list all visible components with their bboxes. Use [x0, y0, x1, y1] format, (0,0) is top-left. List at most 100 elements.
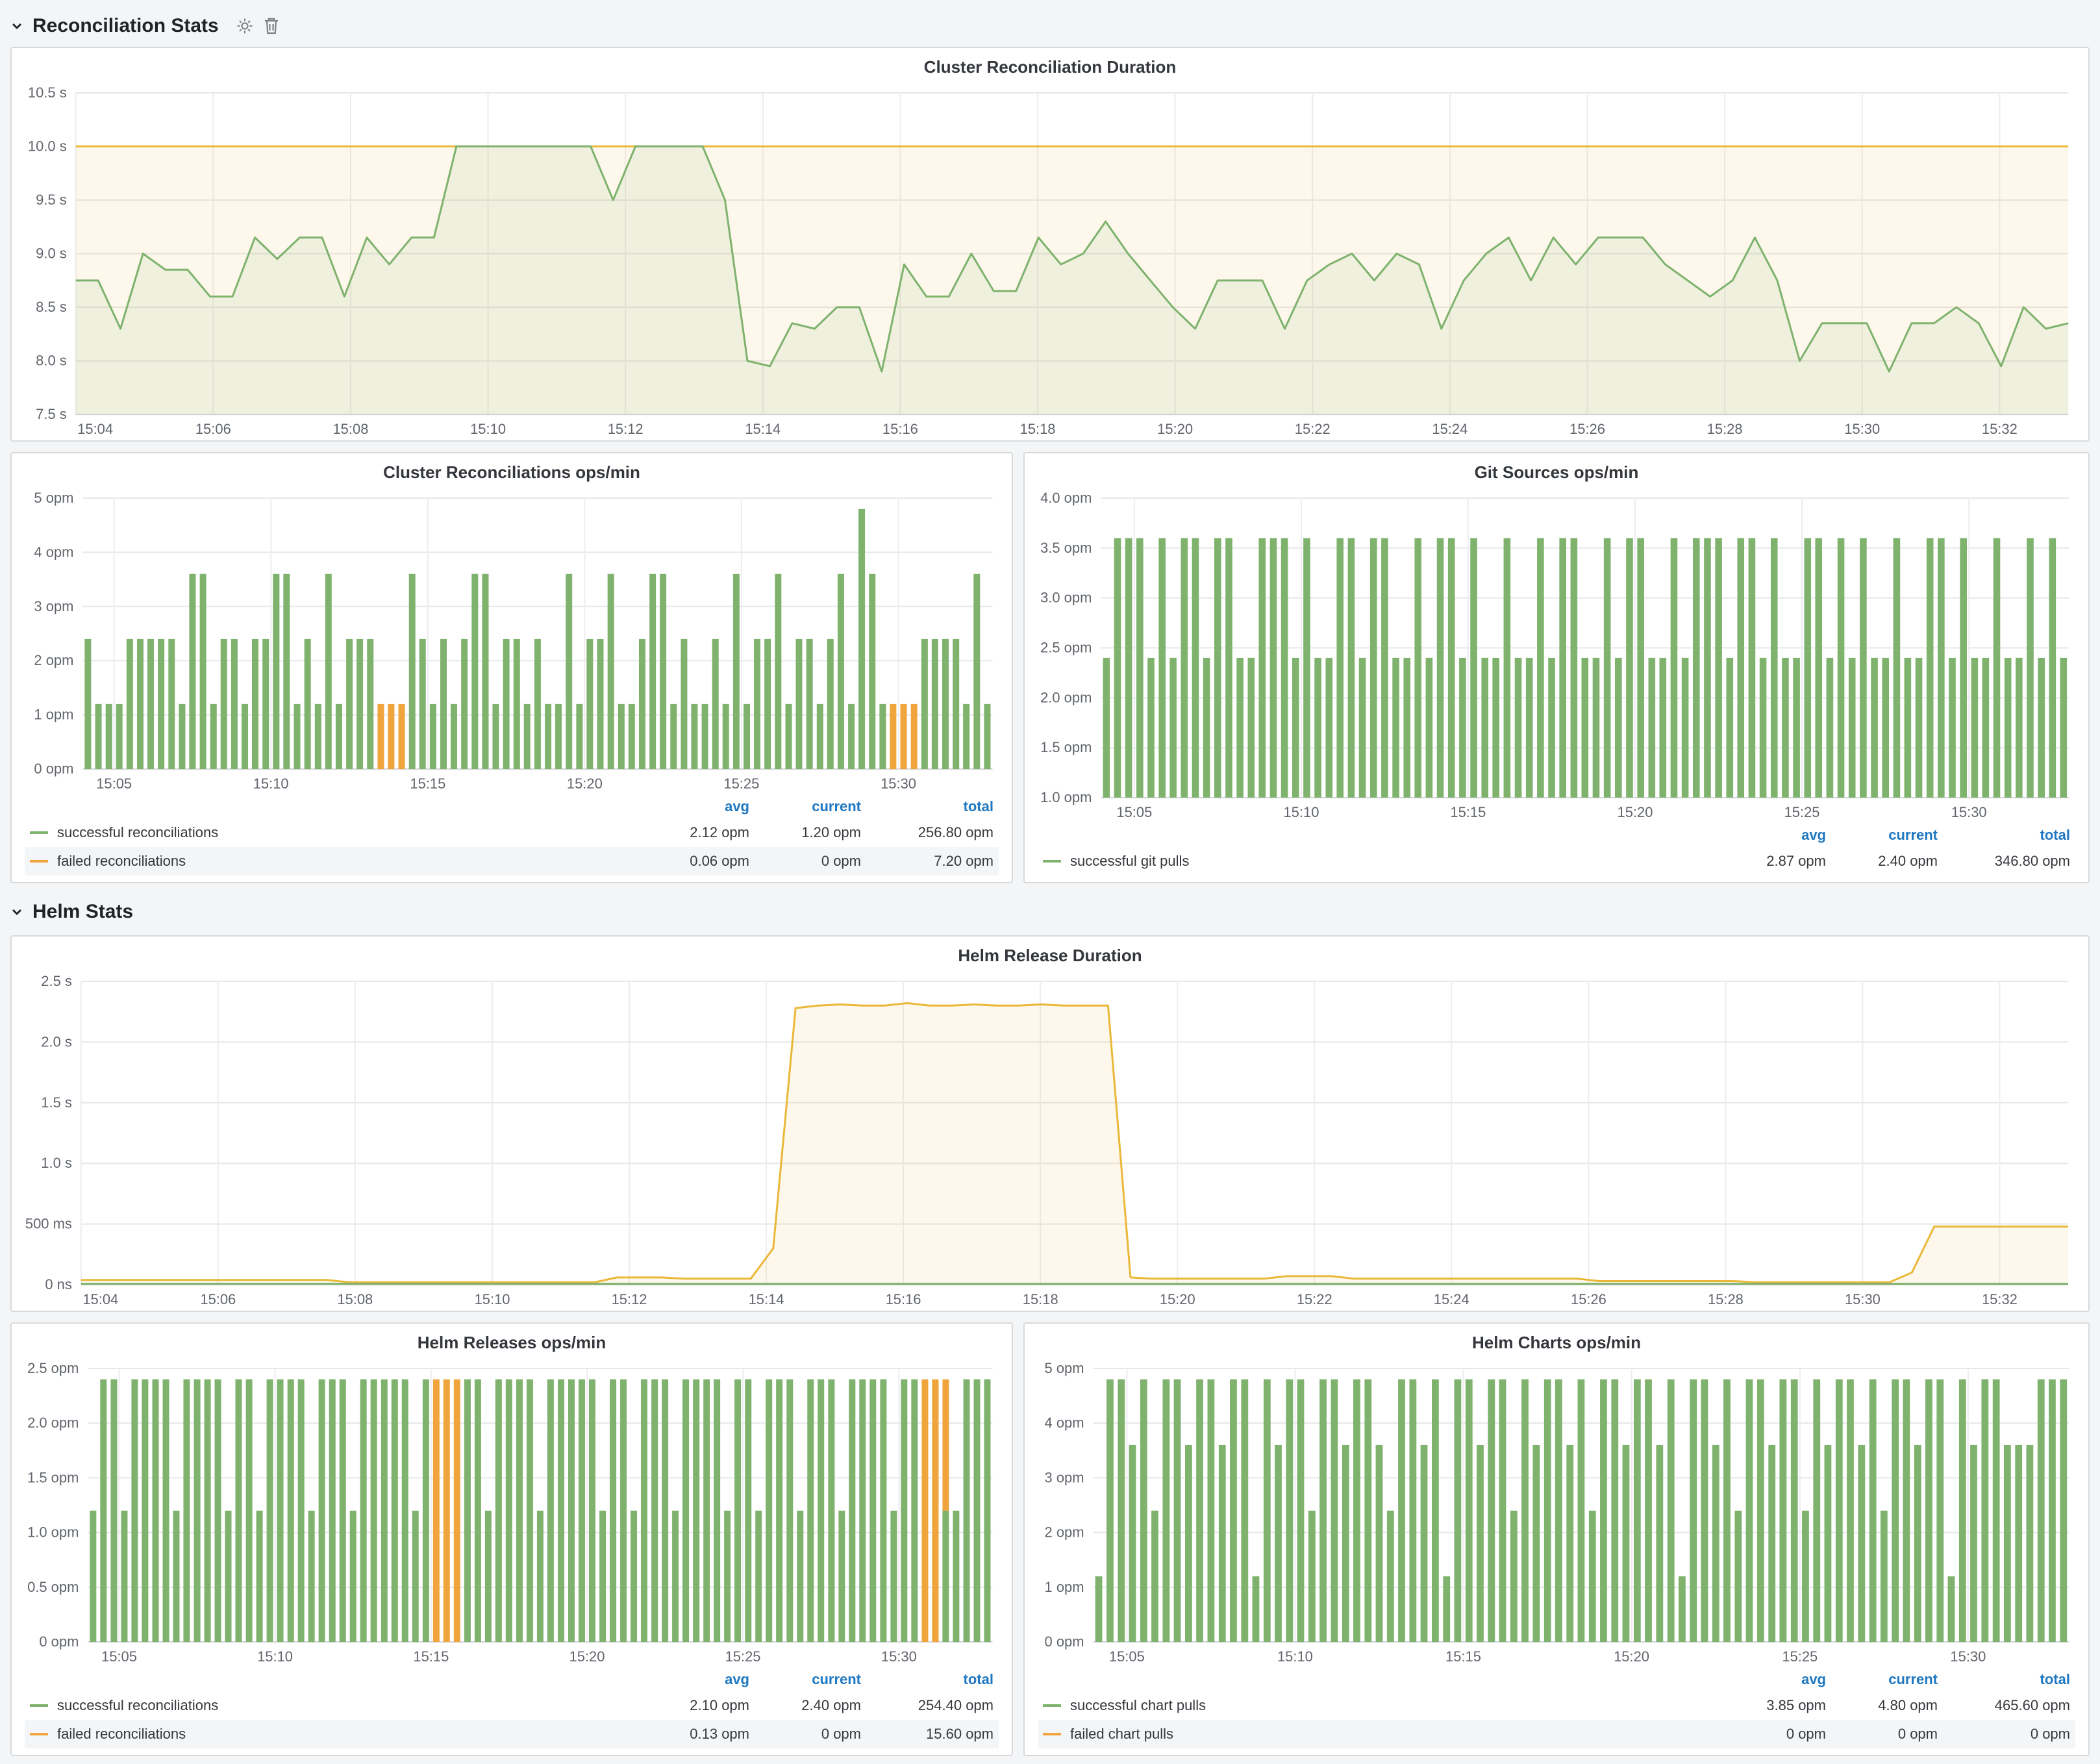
- svg-text:15:28: 15:28: [1708, 1291, 1744, 1307]
- trash-icon[interactable]: [263, 17, 280, 35]
- panel-git-sources-opm: Git Sources ops/min 1.0 opm1.5 opm2.0 op…: [1023, 452, 2090, 883]
- svg-text:5 opm: 5 opm: [1045, 1360, 1084, 1376]
- svg-text:1.5 opm: 1.5 opm: [1040, 739, 1092, 755]
- svg-text:7.5 s: 7.5 s: [36, 406, 67, 422]
- svg-text:15:15: 15:15: [1450, 804, 1486, 820]
- legend-col-current[interactable]: current: [749, 1671, 861, 1688]
- panel-title[interactable]: Helm Charts ops/min: [1025, 1324, 2088, 1355]
- svg-text:1.0 opm: 1.0 opm: [1040, 789, 1092, 805]
- legend-series-label[interactable]: failed chart pulls: [1070, 1726, 1714, 1743]
- legend-col-total[interactable]: total: [861, 798, 994, 815]
- legend-header: avgcurrenttotal: [1038, 824, 2075, 847]
- svg-text:1 opm: 1 opm: [1045, 1579, 1084, 1595]
- svg-text:1.0 opm: 1.0 opm: [27, 1524, 79, 1541]
- svg-text:4.0 opm: 4.0 opm: [1040, 490, 1092, 506]
- section-header-reconciliation-stats[interactable]: Reconciliation Stats: [10, 8, 2090, 44]
- svg-text:9.0 s: 9.0 s: [36, 246, 67, 262]
- svg-text:15:18: 15:18: [1023, 1291, 1058, 1307]
- svg-text:15:24: 15:24: [1432, 421, 1468, 437]
- helm-releases-opm-chart[interactable]: 0 opm0.5 opm1.0 opm1.5 opm2.0 opm2.5 opm…: [14, 1355, 1009, 1668]
- svg-text:8.5 s: 8.5 s: [36, 299, 67, 315]
- svg-text:15:10: 15:10: [475, 1291, 510, 1307]
- svg-text:15:26: 15:26: [1571, 1291, 1606, 1307]
- panel-title[interactable]: Cluster Reconciliation Duration: [12, 48, 2088, 80]
- panel-title[interactable]: Git Sources ops/min: [1025, 453, 2088, 485]
- svg-text:15:10: 15:10: [253, 775, 289, 792]
- legend-col-avg[interactable]: avg: [1714, 1671, 1826, 1688]
- cluster-reconciliations-opm-chart[interactable]: 0 opm1 opm2 opm3 opm4 opm5 opm15:0515:10…: [14, 485, 1009, 795]
- legend-series-label[interactable]: successful reconciliations: [57, 1697, 638, 1714]
- legend-row: successful reconciliations2.12 opm1.20 o…: [25, 818, 999, 847]
- svg-text:0 opm: 0 opm: [1045, 1633, 1084, 1650]
- legend-current-value: 0 opm: [1826, 1726, 1938, 1743]
- legend-series-label[interactable]: failed reconciliations: [57, 853, 638, 870]
- legend-current-value: 2.40 opm: [749, 1697, 861, 1714]
- legend-header: avgcurrenttotal: [1038, 1668, 2075, 1691]
- legend-col-total[interactable]: total: [1938, 1671, 2070, 1688]
- section-header-helm-stats[interactable]: Helm Stats: [10, 894, 2090, 930]
- series-color-dash: [30, 1704, 48, 1707]
- panel-title[interactable]: Cluster Reconciliations ops/min: [12, 453, 1012, 485]
- svg-text:5 opm: 5 opm: [34, 490, 73, 506]
- svg-text:15:30: 15:30: [1844, 421, 1880, 437]
- svg-text:15:24: 15:24: [1434, 1291, 1469, 1307]
- legend-row: failed reconciliations0.06 opm0 opm7.20 …: [25, 847, 999, 876]
- legend-header: avgcurrenttotal: [25, 1668, 999, 1691]
- legend-series-label[interactable]: successful git pulls: [1070, 853, 1714, 870]
- legend-series-label[interactable]: failed reconciliations: [57, 1726, 638, 1743]
- legend-avg-value: 0 opm: [1714, 1726, 1826, 1743]
- legend-total-value: 15.60 opm: [861, 1726, 994, 1743]
- svg-text:15:20: 15:20: [1618, 804, 1653, 820]
- svg-text:15:16: 15:16: [886, 1291, 921, 1307]
- svg-text:8.0 s: 8.0 s: [36, 353, 67, 369]
- svg-text:2.5 opm: 2.5 opm: [1040, 640, 1092, 656]
- dashboard: Reconciliation Stats Cluster Reconciliat…: [0, 0, 2100, 1764]
- legend-avg-value: 0.06 opm: [638, 853, 749, 870]
- svg-text:2 opm: 2 opm: [1045, 1524, 1084, 1541]
- svg-text:15:30: 15:30: [881, 775, 916, 792]
- svg-text:15:32: 15:32: [1982, 421, 2018, 437]
- svg-text:2.0 s: 2.0 s: [41, 1033, 72, 1050]
- git-sources-opm-chart[interactable]: 1.0 opm1.5 opm2.0 opm2.5 opm3.0 opm3.5 o…: [1027, 485, 2086, 824]
- svg-text:15:05: 15:05: [96, 775, 132, 792]
- svg-text:15:06: 15:06: [195, 421, 231, 437]
- legend-col-avg[interactable]: avg: [638, 798, 749, 815]
- legend-total-value: 346.80 opm: [1938, 853, 2070, 870]
- legend-col-current[interactable]: current: [1826, 827, 1938, 844]
- svg-text:15:12: 15:12: [608, 421, 644, 437]
- legend-col-avg[interactable]: avg: [1714, 827, 1826, 844]
- legend-series-label[interactable]: successful chart pulls: [1070, 1697, 1714, 1714]
- section-title[interactable]: Reconciliation Stats: [32, 15, 219, 37]
- legend-col-total[interactable]: total: [1938, 827, 2070, 844]
- chevron-down-icon[interactable]: [10, 905, 23, 918]
- cluster-reconciliation-duration-chart[interactable]: 7.5 s8.0 s8.5 s9.0 s9.5 s10.0 s10.5 s15:…: [14, 80, 2086, 440]
- svg-text:3 opm: 3 opm: [34, 598, 73, 614]
- svg-text:15:30: 15:30: [1951, 804, 1987, 820]
- svg-text:15:30: 15:30: [1845, 1291, 1881, 1307]
- gear-icon[interactable]: [236, 17, 254, 35]
- svg-text:15:25: 15:25: [1784, 804, 1820, 820]
- legend-series-label[interactable]: successful reconciliations: [57, 824, 638, 841]
- svg-text:15:25: 15:25: [1782, 1648, 1818, 1665]
- svg-text:1.5 s: 1.5 s: [41, 1094, 72, 1111]
- legend-col-current[interactable]: current: [749, 798, 861, 815]
- panel-title[interactable]: Helm Release Duration: [12, 937, 2088, 968]
- helm-release-duration-chart[interactable]: 0 ns500 ms1.0 s1.5 s2.0 s2.5 s15:0415:06…: [14, 968, 2086, 1311]
- series-color-dash: [1043, 1733, 1061, 1735]
- legend-col-total[interactable]: total: [861, 1671, 994, 1688]
- section-title[interactable]: Helm Stats: [32, 901, 133, 923]
- svg-text:1 opm: 1 opm: [34, 707, 73, 723]
- legend-current-value: 0 opm: [749, 1726, 861, 1743]
- svg-text:15:15: 15:15: [1445, 1648, 1481, 1665]
- helm-charts-opm-chart[interactable]: 0 opm1 opm2 opm3 opm4 opm5 opm15:0515:10…: [1027, 1355, 2086, 1668]
- svg-text:15:20: 15:20: [567, 775, 603, 792]
- legend-col-avg[interactable]: avg: [638, 1671, 749, 1688]
- svg-text:4 opm: 4 opm: [1045, 1415, 1084, 1431]
- chevron-down-icon[interactable]: [10, 19, 23, 32]
- panel-title[interactable]: Helm Releases ops/min: [12, 1324, 1012, 1355]
- legend-total-value: 254.40 opm: [861, 1697, 994, 1714]
- svg-text:15:20: 15:20: [1157, 421, 1193, 437]
- svg-text:15:14: 15:14: [745, 421, 781, 437]
- legend-col-current[interactable]: current: [1826, 1671, 1938, 1688]
- legend-total-value: 0 opm: [1938, 1726, 2070, 1743]
